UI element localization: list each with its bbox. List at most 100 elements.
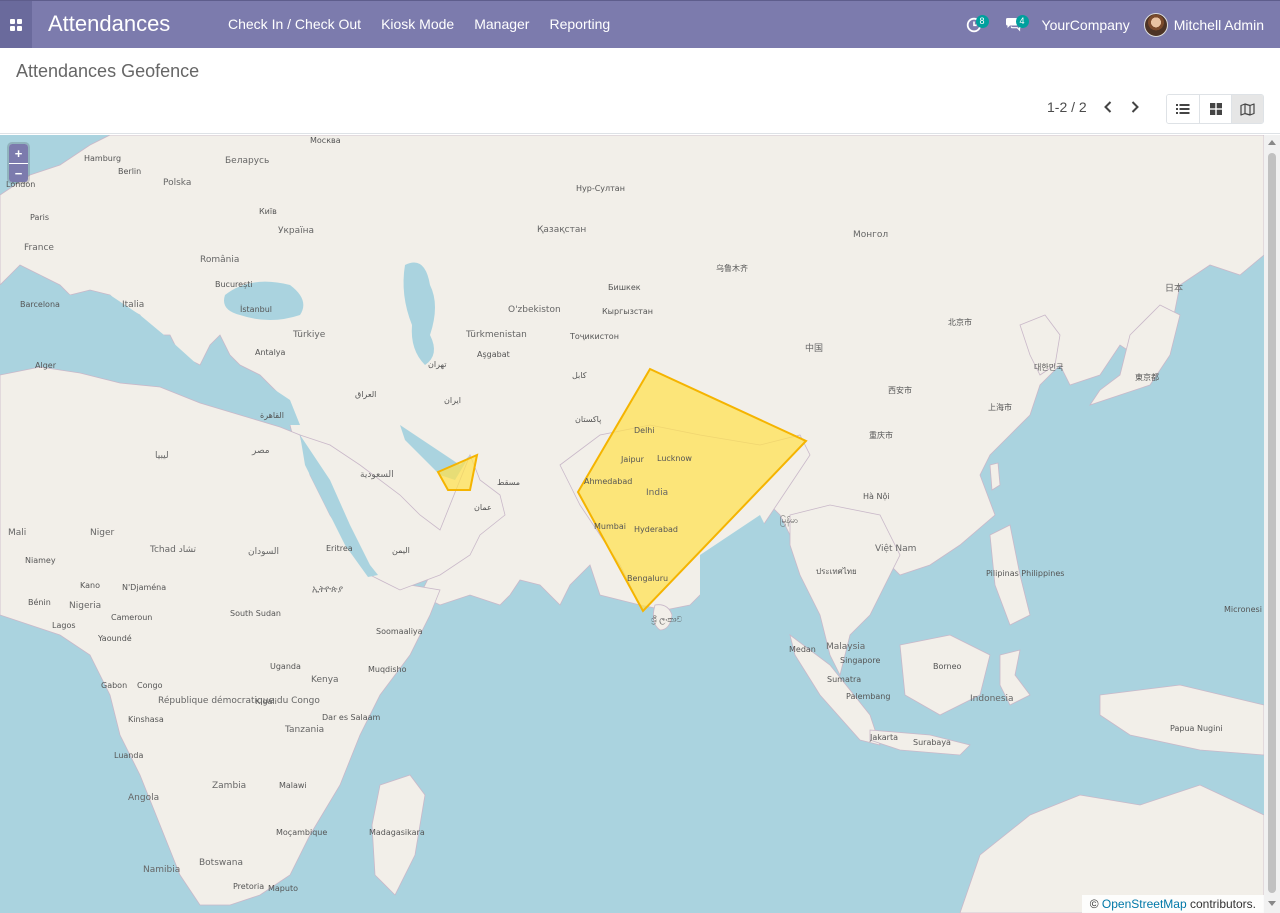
label-moscow: Москва (310, 136, 341, 145)
map-attribution: © OpenStreetMap contributors. (1081, 895, 1264, 913)
attribution-prefix: © (1089, 897, 1099, 911)
activities-count-badge: 8 (975, 15, 989, 28)
label-zambia: Zambia (212, 781, 246, 791)
label-ashgabat: Aşgabat (477, 350, 510, 359)
label-france: France (24, 243, 54, 253)
label-ukraine: Україна (278, 226, 314, 236)
label-kyrgyzstan: Кыргызстан (602, 307, 653, 316)
label-hyderabad: Hyderabad (634, 525, 678, 534)
label-luanda: Luanda (114, 751, 143, 760)
label-tokyo: 東京都 (1135, 372, 1159, 382)
label-berlin: Berlin (118, 167, 141, 176)
user-menu[interactable]: Mitchell Admin (1143, 12, 1280, 37)
land-papua (1099, 684, 1264, 756)
scroll-down-icon[interactable] (1268, 901, 1276, 906)
messages-chat-icon[interactable]: 4 (994, 1, 1034, 48)
label-botswana: Botswana (199, 858, 243, 868)
label-ethiopia: ኢትዮጵያ (312, 585, 344, 595)
menu-check-in-out[interactable]: Check In / Check Out (218, 1, 371, 48)
label-palembang: Palembang (846, 692, 890, 701)
zoom-out-button[interactable]: − (9, 163, 28, 182)
label-egypt: مصر (251, 446, 270, 456)
breadcrumb: Attendances Geofence (16, 61, 200, 81)
label-cairo: القاهرة (260, 411, 284, 420)
label-niamey: Niamey (25, 556, 56, 565)
label-gabon: Gabon (101, 681, 127, 690)
scrollbar-thumb[interactable] (1268, 153, 1276, 893)
label-namibia: Namibia (143, 865, 180, 875)
label-cameroun: Cameroun (111, 613, 152, 622)
map-view-icon[interactable] (1231, 95, 1263, 123)
label-indonesia: Indonesia (970, 694, 1014, 704)
label-kyiv: Київ (259, 207, 277, 216)
label-thailand: ประเทศไทย (816, 567, 857, 576)
label-bishkek: Бишкек (608, 283, 641, 292)
app-title[interactable]: Attendances (48, 11, 170, 37)
map-tiles: Москва London Hamburg Berlin Paris Franc… (0, 135, 1264, 913)
label-xian: 西安市 (888, 385, 912, 395)
menu-manager[interactable]: Manager (464, 1, 539, 48)
label-shanghai: 上海市 (988, 402, 1012, 412)
label-micronesia: Micronesi (1224, 605, 1262, 614)
label-sudan: السودان (248, 547, 279, 557)
app-menu-icon[interactable] (0, 1, 32, 48)
label-lucknow: Lucknow (657, 454, 692, 463)
pager-value[interactable]: 1-2 / 2 (1047, 99, 1087, 115)
label-tehran: تهران (428, 360, 446, 369)
geofence-map[interactable]: Москва London Hamburg Berlin Paris Franc… (0, 135, 1264, 913)
label-singapore: Singapore (840, 656, 880, 665)
label-mogadishu: Muqdisho (368, 665, 407, 674)
label-somalia: Soomaaliya (376, 627, 423, 636)
label-eritrea: Eritrea (326, 544, 353, 553)
pager-next-icon[interactable] (1125, 97, 1145, 117)
company-switcher[interactable]: YourCompany (1034, 17, 1144, 33)
zoom-in-button[interactable]: + (9, 144, 28, 163)
label-kazakhstan: Қазақстан (537, 225, 586, 235)
label-mumbai: Mumbai (594, 522, 626, 531)
label-india: India (646, 488, 668, 498)
label-china: 中国 (805, 342, 823, 354)
messages-count-badge: 4 (1015, 15, 1029, 28)
label-turkiye: Türkiye (292, 330, 326, 340)
menu-reporting[interactable]: Reporting (539, 1, 620, 48)
label-istanbul: İstanbul (240, 304, 272, 314)
menu-kiosk-mode[interactable]: Kiosk Mode (371, 1, 464, 48)
label-muscat: مسقط (497, 478, 520, 487)
label-mozambique: Moçambique (276, 828, 327, 837)
label-sri-lanka: ශ්‍රී ලංකාව (651, 615, 683, 625)
openstreetmap-link[interactable]: OpenStreetMap (1102, 897, 1187, 911)
control-panel: Attendances Geofence 1-2 / 2 (0, 48, 1280, 134)
land-australia (959, 784, 1264, 913)
label-ahmedabad: Ahmedabad (584, 477, 632, 486)
label-oman: عمان (474, 503, 492, 512)
scroll-up-icon[interactable] (1268, 140, 1276, 145)
label-belarus: Беларусь (225, 156, 269, 166)
label-tajikistan: Тоҷикистон (569, 332, 619, 341)
zoom-control: + − (9, 144, 28, 182)
label-bucuresti: București (215, 280, 253, 290)
activities-clock-icon[interactable]: 8 (954, 1, 994, 48)
label-polska: Polska (163, 178, 191, 188)
label-jaipur: Jaipur (620, 455, 645, 464)
label-medan: Medan (789, 645, 816, 654)
top-navbar: Attendances Check In / Check Out Kiosk M… (0, 0, 1280, 48)
label-tanzania: Tanzania (284, 725, 324, 735)
label-hanoi: Hà Nội (863, 491, 890, 501)
avatar (1143, 12, 1168, 37)
label-kinshasa: Kinshasa (128, 715, 164, 724)
label-bengaluru: Bengaluru (627, 574, 668, 583)
label-congo: Congo (137, 681, 163, 690)
label-italia: Italia (122, 300, 144, 310)
label-kenya: Kenya (311, 675, 339, 685)
page-scrollbar[interactable] (1264, 135, 1280, 913)
label-hamburg: Hamburg (84, 154, 121, 163)
label-madagascar: Madagasikara (369, 828, 425, 837)
systray: 8 4 YourCompany Mitchell Admin (954, 1, 1280, 48)
label-maputo: Maputo (268, 884, 298, 893)
pager-previous-icon[interactable] (1098, 97, 1118, 117)
kanban-view-icon[interactable] (1199, 95, 1231, 123)
label-delhi: Delhi (634, 426, 655, 435)
label-kano: Kano (80, 581, 100, 590)
label-uzbekistan: O'zbekiston (508, 305, 561, 315)
list-view-icon[interactable] (1167, 95, 1199, 123)
